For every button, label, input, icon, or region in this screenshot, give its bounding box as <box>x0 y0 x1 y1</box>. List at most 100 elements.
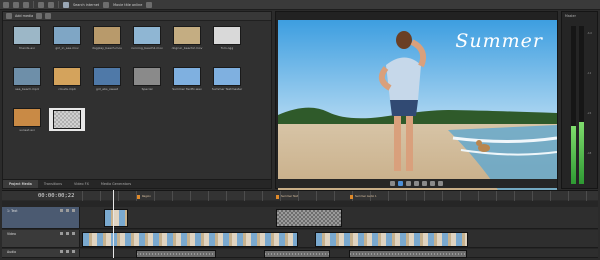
track-header-video[interactable]: Video <box>2 230 80 247</box>
media-thumbnail[interactable]: Special <box>129 67 165 91</box>
track-row-audio[interactable]: Audio <box>2 249 598 258</box>
solo-icon[interactable] <box>72 250 75 253</box>
thumbnail-caption: sunset.avi <box>19 128 35 132</box>
thumbnail-caption: fnm.ogg <box>220 46 234 50</box>
jump-end-icon[interactable] <box>438 181 443 186</box>
toolbar-divider <box>33 1 34 8</box>
meter-tick: -24 <box>587 112 592 115</box>
thumbnail-image <box>93 67 121 86</box>
tab-media-pool[interactable]: Project Media <box>3 180 38 188</box>
media-thumbnail[interactable]: sunset.avi <box>9 108 45 132</box>
pause-icon[interactable] <box>406 181 411 186</box>
globe-icon[interactable] <box>103 1 110 8</box>
media-thumbnail[interactable]: Summer Textmaster <box>209 67 245 91</box>
media-thumbnail[interactable]: sea_beach.mp4 <box>9 67 45 91</box>
play-icon[interactable] <box>398 181 403 186</box>
movie-title-online-button[interactable]: Movie title online <box>113 3 142 7</box>
meter-tick: -6.0 <box>587 32 593 35</box>
thumbnail-image <box>213 67 241 86</box>
help-icon[interactable] <box>146 1 153 8</box>
marker-label: Summer Text <box>281 195 299 198</box>
media-thumbnail[interactable]: friends.avi <box>9 26 45 50</box>
timeline-clip-audio[interactable] <box>136 250 216 258</box>
open-folder-icon[interactable] <box>13 1 19 8</box>
media-thumbnail[interactable] <box>49 108 85 131</box>
thumbnail-image <box>213 26 241 45</box>
timeline-clip-video[interactable] <box>104 209 128 227</box>
timeline-clip-text[interactable] <box>276 209 342 227</box>
preview-panel: Summer <box>275 11 558 190</box>
fx-icon[interactable] <box>60 232 63 235</box>
new-file-icon[interactable] <box>3 1 9 8</box>
timeline-clip-video[interactable] <box>315 232 468 247</box>
fx-icon[interactable] <box>60 250 63 253</box>
meter-tick: -48 <box>587 152 592 155</box>
media-thumbnail[interactable]: girl_in_sea.mov <box>49 26 85 50</box>
track-row-text[interactable]: 1: Text <box>2 207 598 229</box>
media-thumbnail[interactable]: clouds.mp4 <box>49 67 85 91</box>
solo-icon[interactable] <box>72 209 75 212</box>
timecode-display[interactable]: 00:00:00;22 <box>38 193 74 199</box>
media-thumbnail[interactable]: running_beach2.mov <box>129 26 165 50</box>
add-media-icon[interactable] <box>6 13 12 19</box>
solo-icon[interactable] <box>72 232 75 235</box>
timeline-clip-audio[interactable] <box>349 250 467 258</box>
thumbnail-image <box>13 26 41 45</box>
settings-icon[interactable] <box>45 13 52 19</box>
save-icon[interactable] <box>23 1 29 8</box>
master-meter-panel: Master -6.0 -12 -24 -48 <box>561 11 598 189</box>
summer-title-overlay: Summer <box>455 30 543 52</box>
track-header-audio[interactable]: Audio <box>2 249 80 257</box>
thumbnail-caption: dogrun_beach2.mov <box>171 46 203 50</box>
thumbnail-image <box>53 67 81 86</box>
track-row-video[interactable]: Video <box>2 230 598 248</box>
meter-fill-left <box>571 125 576 184</box>
thumbnail-caption: friends.avi <box>19 46 35 50</box>
track-name: 1: Text <box>7 209 18 213</box>
tab-media-pool[interactable]: Transitions <box>38 180 68 188</box>
media-thumbnail[interactable]: girl_ebs_sweet <box>89 67 125 91</box>
fx-icon[interactable] <box>60 209 63 212</box>
redo-icon[interactable] <box>48 1 54 8</box>
marker-flag[interactable] <box>276 195 279 199</box>
thumbnail-caption: dogplay_beach.mov <box>91 46 123 50</box>
meter-bar-left <box>571 26 576 184</box>
media-thumbnail[interactable]: dogplay_beach.mov <box>89 26 125 50</box>
mute-icon[interactable] <box>66 250 69 253</box>
next-frame-icon[interactable] <box>430 181 435 186</box>
prev-frame-icon[interactable] <box>422 181 427 186</box>
thumbnail-caption: Summer Textfx.wav <box>172 87 202 91</box>
media-thumbnail[interactable]: Summer Textfx.wav <box>169 67 205 91</box>
thumbnail-image <box>53 110 81 129</box>
track-name: Audio <box>7 250 17 254</box>
thumbnail-image <box>133 26 161 45</box>
marker-flag[interactable] <box>137 195 140 199</box>
marker-flag[interactable] <box>350 195 353 199</box>
thumbnail-image <box>53 26 81 45</box>
thumbnail-image <box>173 26 201 45</box>
marker-label: Region <box>142 195 151 198</box>
thumbnail-image <box>173 67 201 86</box>
search-internet-icon[interactable] <box>63 1 69 8</box>
jump-start-icon[interactable] <box>390 181 395 186</box>
marker-label: Summer Audio 1 <box>355 195 377 198</box>
view-mode-icon[interactable] <box>36 13 43 19</box>
track-header-text[interactable]: 1: Text <box>2 207 80 228</box>
mute-icon[interactable] <box>66 232 69 235</box>
timeline-header: 00:00:00;22 <box>2 190 598 201</box>
stop-icon[interactable] <box>414 181 419 186</box>
tab-media-pool[interactable]: Media Generators <box>95 180 137 188</box>
search-internet-button[interactable]: Search internet <box>73 3 99 7</box>
undo-icon[interactable] <box>38 1 44 8</box>
add-media-button[interactable]: Add media <box>15 14 33 18</box>
timeline-clip-audio[interactable] <box>264 250 330 258</box>
media-pool-panel: Add media friends.avi girl_in_sea.mov dogp… <box>2 11 272 189</box>
tab-media-pool[interactable]: Video FX <box>68 180 95 188</box>
track-name: Video <box>7 232 16 236</box>
timeline-ruler[interactable] <box>82 191 598 201</box>
timeline-clip-video[interactable] <box>82 232 298 247</box>
mute-icon[interactable] <box>66 209 69 212</box>
media-thumbnail[interactable]: dogrun_beach2.mov <box>169 26 205 50</box>
media-thumbnail[interactable]: fnm.ogg <box>209 26 245 50</box>
timeline-playhead[interactable] <box>113 190 114 258</box>
